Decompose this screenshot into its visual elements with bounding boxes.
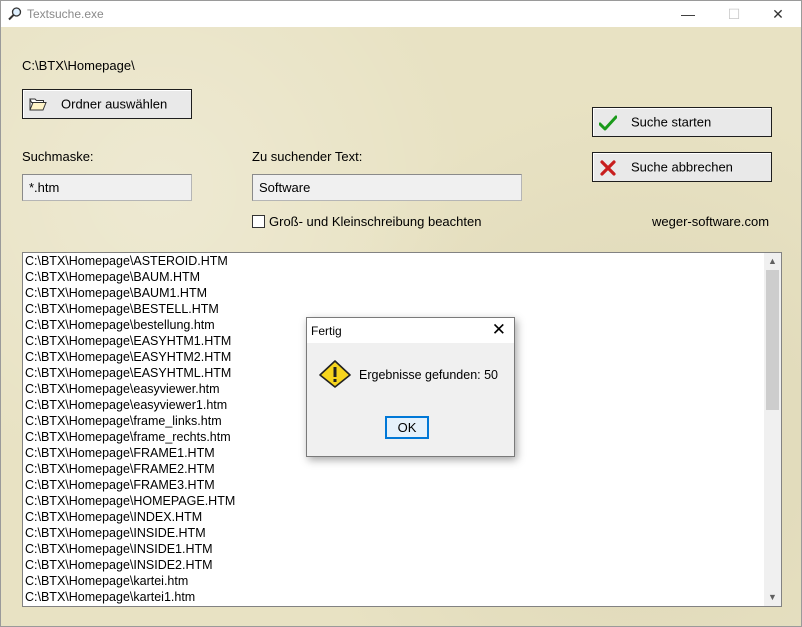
list-item[interactable]: C:\BTX\Homepage\BAUM.HTM: [25, 269, 235, 285]
list-item[interactable]: C:\BTX\Homepage\easyviewer1.htm: [25, 397, 235, 413]
list-item[interactable]: C:\BTX\Homepage\INSIDE1.HTM: [25, 541, 235, 557]
start-search-label: Suche starten: [631, 114, 712, 130]
search-magnifier-icon: [8, 7, 22, 21]
current-path-label: C:\BTX\Homepage\: [22, 58, 135, 73]
list-item[interactable]: C:\BTX\Homepage\HOMEPAGE.HTM: [25, 493, 235, 509]
results-items: C:\BTX\Homepage\ASTEROID.HTM C:\BTX\Homep…: [25, 253, 235, 605]
list-item[interactable]: C:\BTX\Homepage\BESTELL.HTM: [25, 301, 235, 317]
close-button[interactable]: ✕: [755, 1, 801, 27]
maximize-button[interactable]: ☐: [711, 1, 757, 27]
list-item[interactable]: C:\BTX\Homepage\easyviewer.htm: [25, 381, 235, 397]
list-item[interactable]: C:\BTX\Homepage\INSIDE2.HTM: [25, 557, 235, 573]
results-scrollbar[interactable]: ▲ ▼: [764, 253, 781, 606]
results-dialog: Fertig ✕ Ergebnisse gefunden: 50 OK: [306, 317, 515, 457]
select-folder-label: Ordner auswählen: [61, 96, 168, 112]
website-link[interactable]: weger-software.com: [652, 214, 769, 229]
list-item[interactable]: C:\BTX\Homepage\INSIDE.HTM: [25, 525, 235, 541]
dialog-title: Fertig: [311, 324, 342, 338]
list-item[interactable]: C:\BTX\Homepage\EASYHTML.HTM: [25, 365, 235, 381]
case-sensitive-checkbox[interactable]: [252, 215, 265, 228]
list-item[interactable]: C:\BTX\Homepage\FRAME3.HTM: [25, 477, 235, 493]
scroll-up-button[interactable]: ▲: [764, 253, 781, 270]
title-bar[interactable]: Textsuche.exe — ☐ ✕: [1, 1, 801, 27]
list-item[interactable]: C:\BTX\Homepage\BAUM1.HTM: [25, 285, 235, 301]
list-item[interactable]: C:\BTX\Homepage\kartei.htm: [25, 573, 235, 589]
abort-search-button[interactable]: Suche abbrechen: [592, 152, 772, 182]
dialog-close-button[interactable]: ✕: [492, 321, 506, 339]
list-item[interactable]: C:\BTX\Homepage\FRAME2.HTM: [25, 461, 235, 477]
search-mask-input[interactable]: *.htm: [22, 174, 192, 201]
main-window: Textsuche.exe — ☐ ✕ C:\BTX\Homepage\ Ord…: [0, 0, 802, 627]
list-item[interactable]: C:\BTX\Homepage\EASYHTM2.HTM: [25, 349, 235, 365]
abort-search-label: Suche abbrechen: [631, 159, 733, 175]
dialog-title-bar[interactable]: Fertig ✕: [307, 318, 514, 343]
list-item[interactable]: C:\BTX\Homepage\EASYHTM1.HTM: [25, 333, 235, 349]
scroll-down-button[interactable]: ▼: [764, 589, 781, 606]
list-item[interactable]: C:\BTX\Homepage\INDEX.HTM: [25, 509, 235, 525]
case-sensitive-label[interactable]: Groß- und Kleinschreibung beachten: [269, 214, 481, 229]
select-folder-button[interactable]: Ordner auswählen: [22, 89, 192, 119]
list-item[interactable]: C:\BTX\Homepage\FRAME1.HTM: [25, 445, 235, 461]
open-folder-icon: [29, 98, 47, 111]
list-item[interactable]: C:\BTX\Homepage\frame_links.htm: [25, 413, 235, 429]
warning-icon: [319, 360, 351, 388]
ok-button[interactable]: OK: [385, 416, 429, 439]
search-mask-label: Suchmaske:: [22, 149, 94, 164]
search-text-input[interactable]: Software: [252, 174, 522, 201]
list-item[interactable]: C:\BTX\Homepage\bestellung.htm: [25, 317, 235, 333]
cross-icon: [600, 160, 616, 176]
list-item[interactable]: C:\BTX\Homepage\frame_rechts.htm: [25, 429, 235, 445]
checkmark-icon: [599, 115, 617, 131]
start-search-button[interactable]: Suche starten: [592, 107, 772, 137]
list-item[interactable]: C:\BTX\Homepage\kartei1.htm: [25, 589, 235, 605]
scroll-thumb[interactable]: [766, 270, 779, 410]
list-item[interactable]: C:\BTX\Homepage\ASTEROID.HTM: [25, 253, 235, 269]
search-text-label: Zu suchender Text:: [252, 149, 363, 164]
window-title: Textsuche.exe: [27, 7, 104, 21]
minimize-button[interactable]: —: [665, 1, 711, 27]
dialog-body: Ergebnisse gefunden: 50 OK: [307, 343, 514, 456]
dialog-message: Ergebnisse gefunden: 50: [359, 368, 498, 382]
